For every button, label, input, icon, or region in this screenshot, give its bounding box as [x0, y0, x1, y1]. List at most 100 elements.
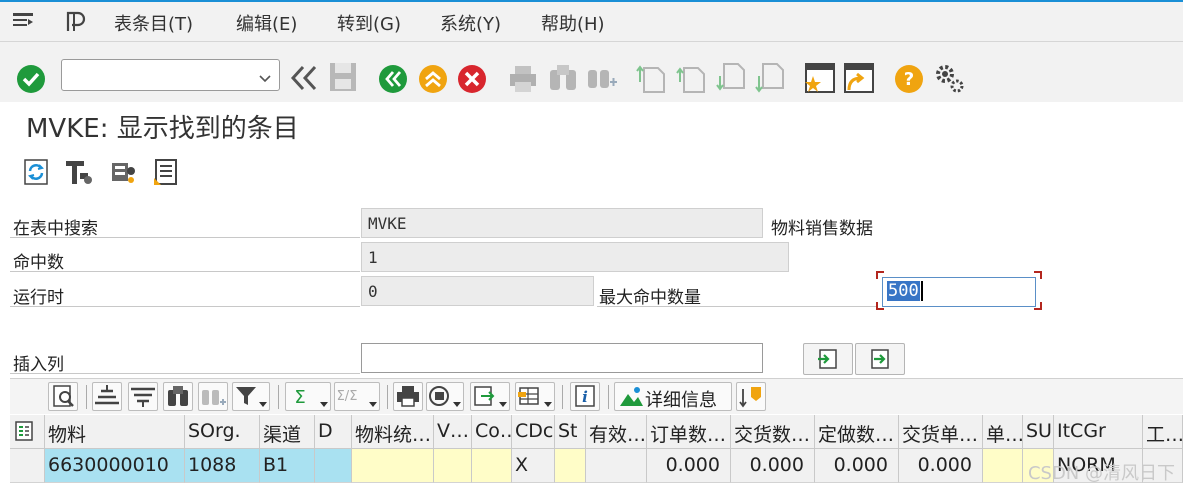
refresh-icon[interactable]: [22, 157, 50, 191]
table-cell[interactable]: 0.000: [647, 449, 731, 483]
cancel-icon[interactable]: [457, 64, 487, 98]
menu-bar: 表条目(T) 编辑(E) 转到(G) 系统(Y) 帮助(H): [0, 0, 1183, 42]
table-cell[interactable]: X: [512, 449, 555, 483]
chevron-down-icon[interactable]: [259, 69, 271, 88]
column-header-valid[interactable]: 有效…: [586, 415, 647, 449]
settings-icon[interactable]: [933, 62, 965, 98]
column-header-material-stat[interactable]: 物料统…: [352, 415, 434, 449]
back-green-icon[interactable]: [378, 64, 408, 98]
max-hits-value[interactable]: 500: [887, 281, 920, 301]
menu-edit[interactable]: 编辑(E): [236, 10, 297, 36]
column-header-st[interactable]: St: [555, 415, 586, 449]
table-cell[interactable]: 6630000010: [45, 449, 185, 483]
column-header-co[interactable]: Co…: [472, 415, 512, 449]
table-cell[interactable]: [472, 449, 512, 483]
subtotal-icon[interactable]: Σ/Σ: [334, 382, 380, 411]
help-icon[interactable]: ?: [894, 64, 924, 98]
info-icon[interactable]: i: [570, 382, 600, 411]
sort-descending-icon[interactable]: [128, 382, 158, 411]
insert-column-input[interactable]: [361, 343, 763, 373]
enter-icon[interactable]: [16, 64, 46, 98]
table-cell[interactable]: 0.000: [731, 449, 815, 483]
menu-goto[interactable]: 转到(G): [337, 10, 401, 36]
table-cell[interactable]: [315, 449, 352, 483]
divider: [10, 373, 360, 374]
save-icon[interactable]: [328, 61, 358, 97]
column-header-su[interactable]: SU: [1023, 415, 1054, 449]
selection-criteria-icon[interactable]: [64, 157, 94, 191]
insert-column-alt-button[interactable]: [855, 343, 905, 375]
table-cell[interactable]: [586, 449, 647, 483]
chevron-down-icon[interactable]: [453, 402, 461, 407]
divider: [10, 306, 360, 307]
print-icon[interactable]: [393, 382, 423, 411]
print-icon[interactable]: [508, 64, 538, 98]
table-cell[interactable]: [352, 449, 434, 483]
runtime-field: 0: [361, 276, 594, 306]
exit-icon[interactable]: [418, 64, 448, 98]
next-page-icon[interactable]: [716, 62, 746, 98]
chevron-down-icon[interactable]: [544, 402, 552, 407]
separator: [278, 385, 279, 409]
table-cell[interactable]: B1: [260, 449, 315, 483]
shortcut-icon[interactable]: [843, 62, 875, 98]
table-cell[interactable]: 0.000: [815, 449, 899, 483]
column-header-itcgr[interactable]: ItCGr: [1054, 415, 1143, 449]
find-next-icon[interactable]: [198, 382, 228, 411]
menu-help[interactable]: 帮助(H): [541, 10, 605, 36]
column-header-channel[interactable]: 渠道: [260, 415, 315, 449]
layout-icon[interactable]: [515, 382, 555, 411]
column-header-cdc[interactable]: CDc: [512, 415, 555, 449]
detail-info-button[interactable]: 详细信息: [614, 382, 732, 411]
command-field[interactable]: [61, 59, 280, 91]
back-icon[interactable]: [289, 64, 319, 96]
chevron-down-icon[interactable]: [499, 402, 507, 407]
column-header-delivery-unit[interactable]: 交货单…: [899, 415, 983, 449]
column-header-delivery-qty[interactable]: 交货数…: [731, 415, 815, 449]
column-header-material[interactable]: 物料: [45, 415, 185, 449]
column-header-division[interactable]: D: [315, 415, 352, 449]
max-hits-label: 最大命中数量: [599, 288, 701, 308]
number-entries-icon[interactable]: [108, 157, 138, 191]
find-icon[interactable]: [547, 62, 579, 96]
divider: [597, 306, 877, 307]
alv-toolbar: Σ Σ/Σ i 详细信息: [10, 378, 1183, 414]
table-cell[interactable]: [434, 449, 472, 483]
find-icon[interactable]: [163, 382, 193, 411]
list-document-icon[interactable]: [152, 157, 180, 191]
filter-icon[interactable]: [232, 382, 270, 411]
table-cell[interactable]: [983, 449, 1023, 483]
menu-system[interactable]: 系统(Y): [440, 10, 501, 36]
find-next-icon[interactable]: [586, 62, 618, 96]
create-session-icon[interactable]: [804, 62, 836, 98]
table-cell[interactable]: [555, 449, 586, 483]
chevron-down-icon[interactable]: [369, 402, 377, 407]
export-icon[interactable]: [470, 382, 510, 411]
total-icon[interactable]: Σ: [285, 382, 331, 411]
sort-special-icon[interactable]: [736, 382, 766, 411]
max-hits-input[interactable]: 500: [882, 277, 1036, 307]
column-header-unit[interactable]: 单…: [983, 415, 1023, 449]
first-page-icon[interactable]: [636, 62, 666, 98]
select-all-button[interactable]: [10, 415, 45, 449]
prev-page-icon[interactable]: [676, 62, 706, 98]
chevron-down-icon[interactable]: [259, 402, 267, 407]
column-header-v[interactable]: V…: [434, 415, 472, 449]
sort-ascending-icon[interactable]: [92, 382, 122, 411]
menu-table-entries[interactable]: 表条目(T): [114, 10, 193, 36]
last-page-icon[interactable]: [755, 62, 785, 98]
insert-column-button[interactable]: [803, 343, 853, 375]
table-cell[interactable]: 1088: [185, 449, 260, 483]
column-header-order-qty[interactable]: 订单数…: [647, 415, 731, 449]
row-selector[interactable]: [10, 449, 45, 483]
column-header-custom-qty[interactable]: 定做数…: [815, 415, 899, 449]
column-header-sales-org[interactable]: SOrg.: [185, 415, 260, 449]
column-header-plant[interactable]: 工…: [1143, 415, 1183, 449]
table-cell[interactable]: 0.000: [899, 449, 983, 483]
generate-icon[interactable]: [65, 11, 89, 37]
views-icon[interactable]: [426, 382, 464, 411]
search-in-table-field: MVKE: [361, 208, 763, 238]
details-icon[interactable]: [48, 382, 78, 411]
menu-icon[interactable]: [12, 11, 34, 35]
chevron-down-icon[interactable]: [320, 402, 328, 407]
